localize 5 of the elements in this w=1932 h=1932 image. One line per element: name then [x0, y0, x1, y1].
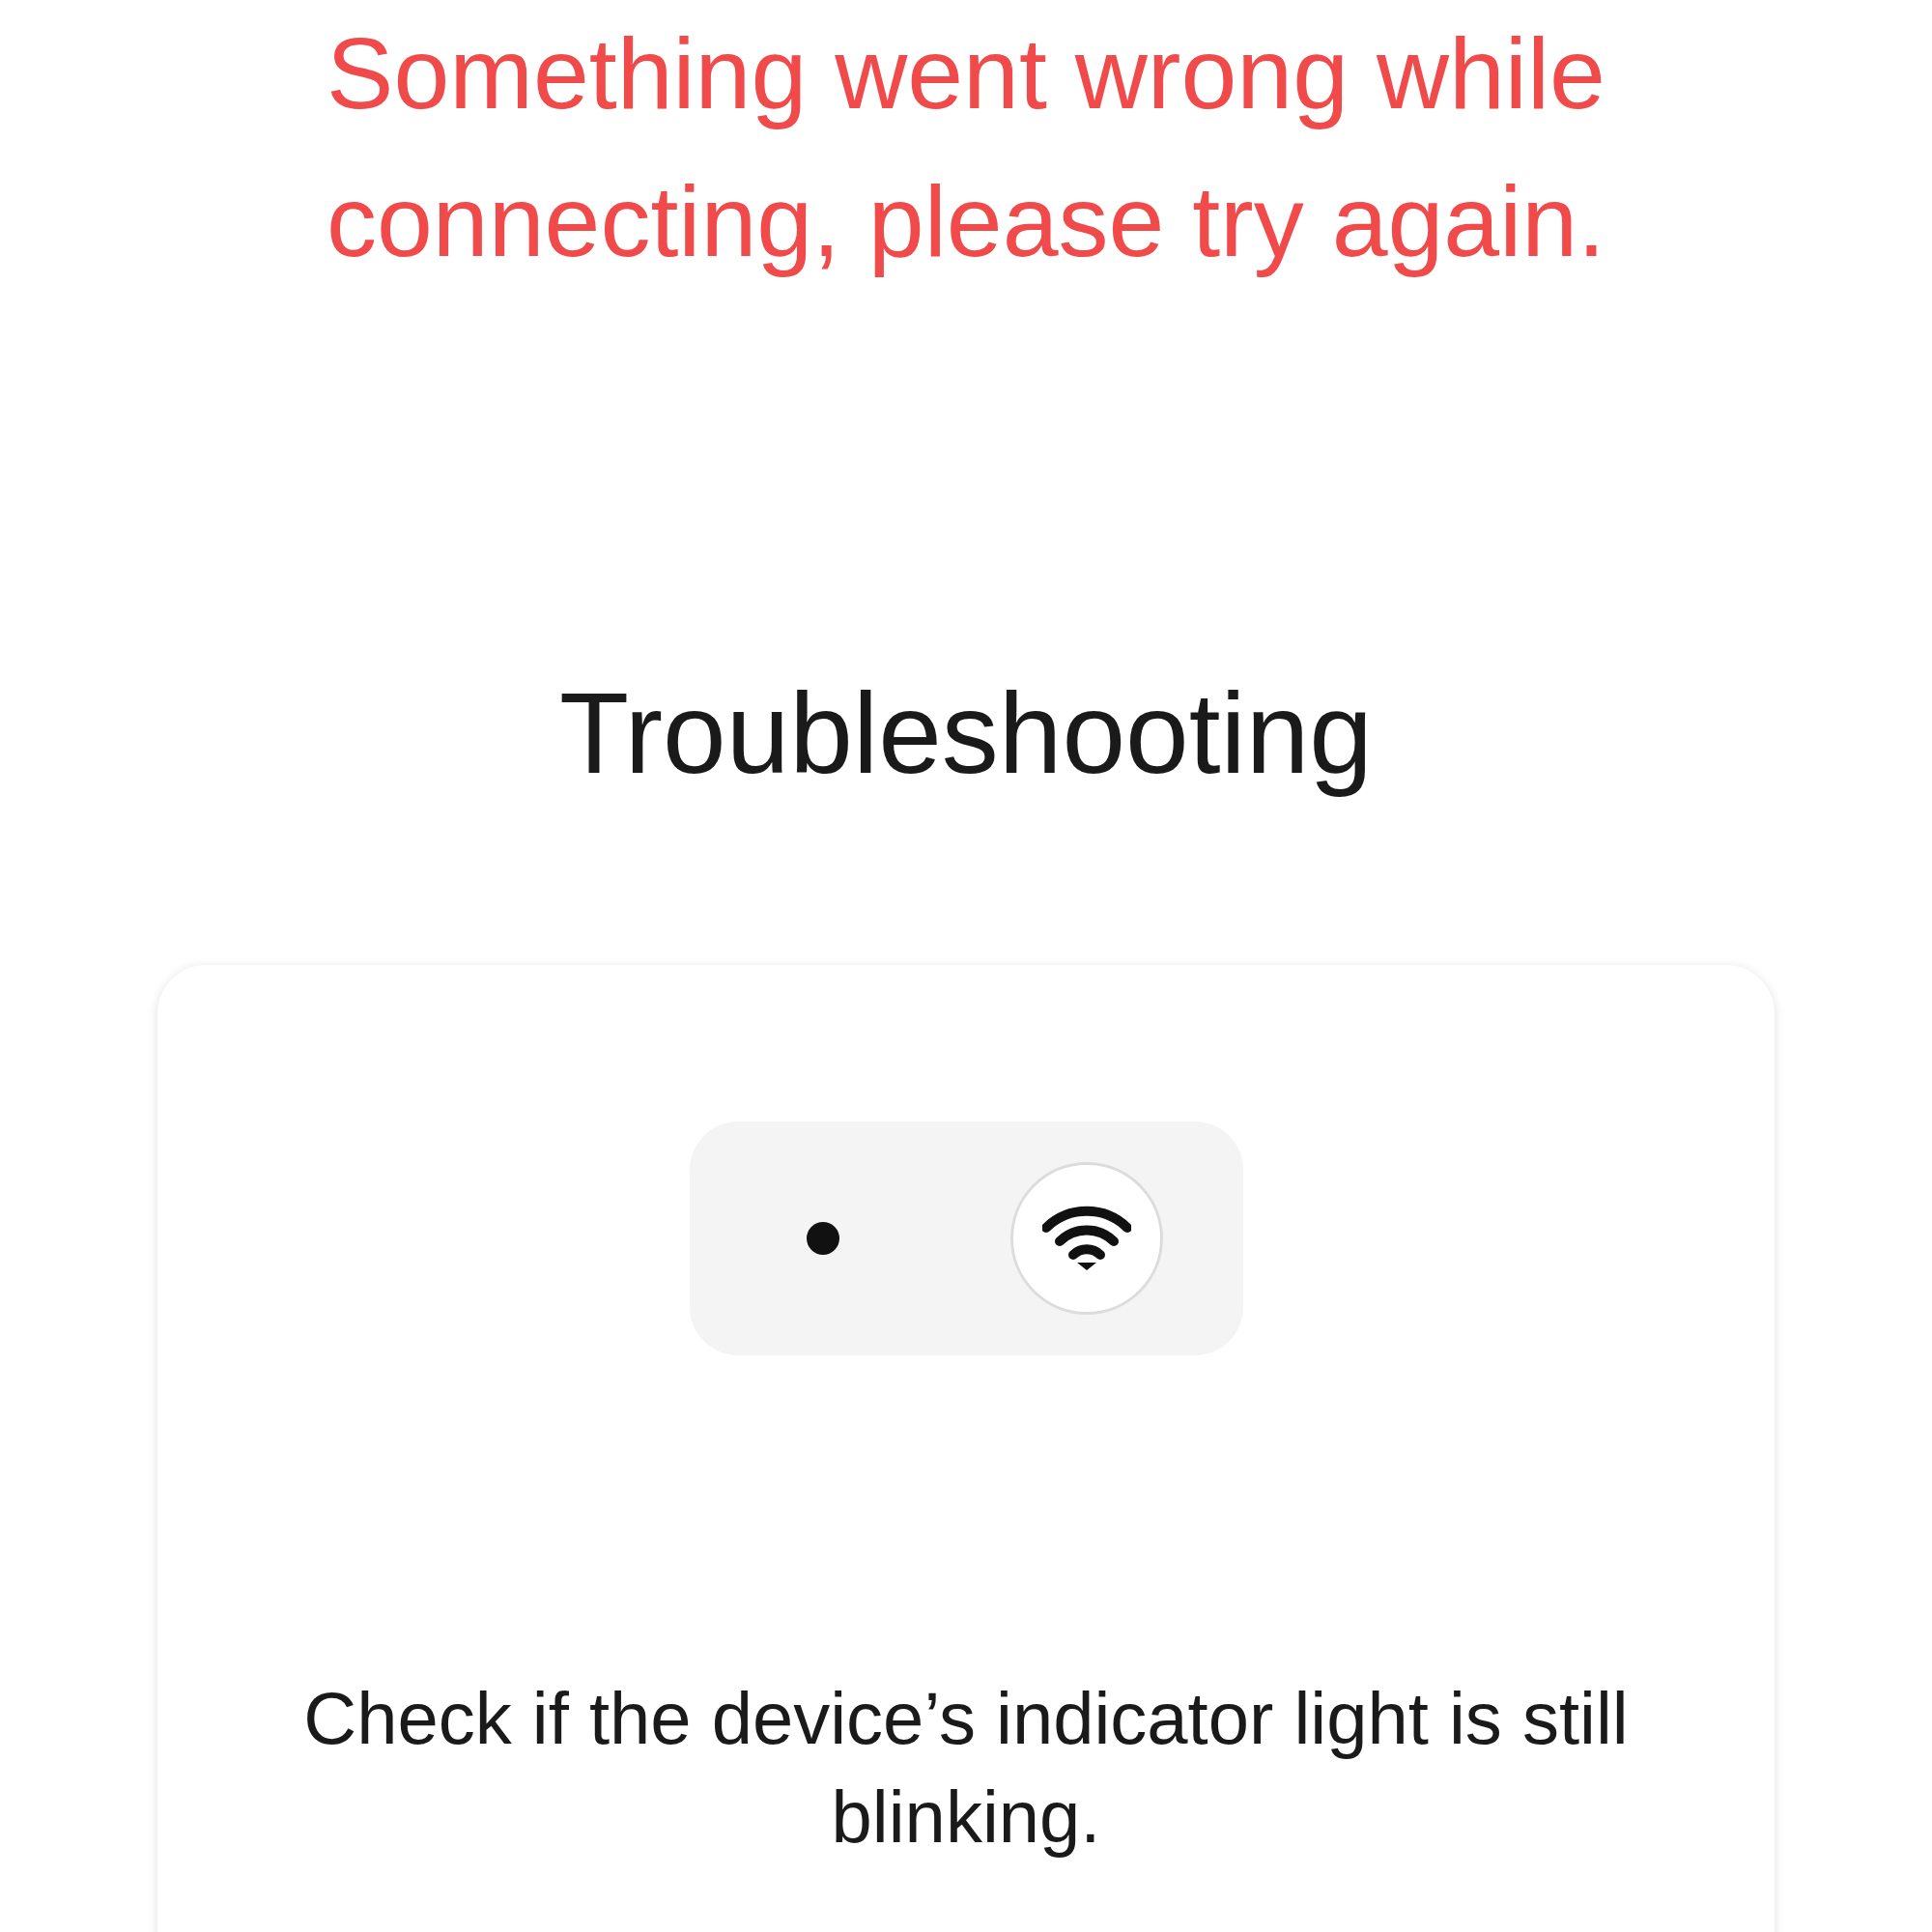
wifi-icon	[1041, 1205, 1131, 1272]
indicator-light-icon	[806, 1222, 839, 1255]
instruction-text: Check if the device’s indicator light is still blinking.	[302, 1676, 1630, 1860]
page-title: Troubleshooting	[559, 668, 1373, 799]
error-message: Something went wrong while connecting, please try again.	[326, 16, 1606, 279]
